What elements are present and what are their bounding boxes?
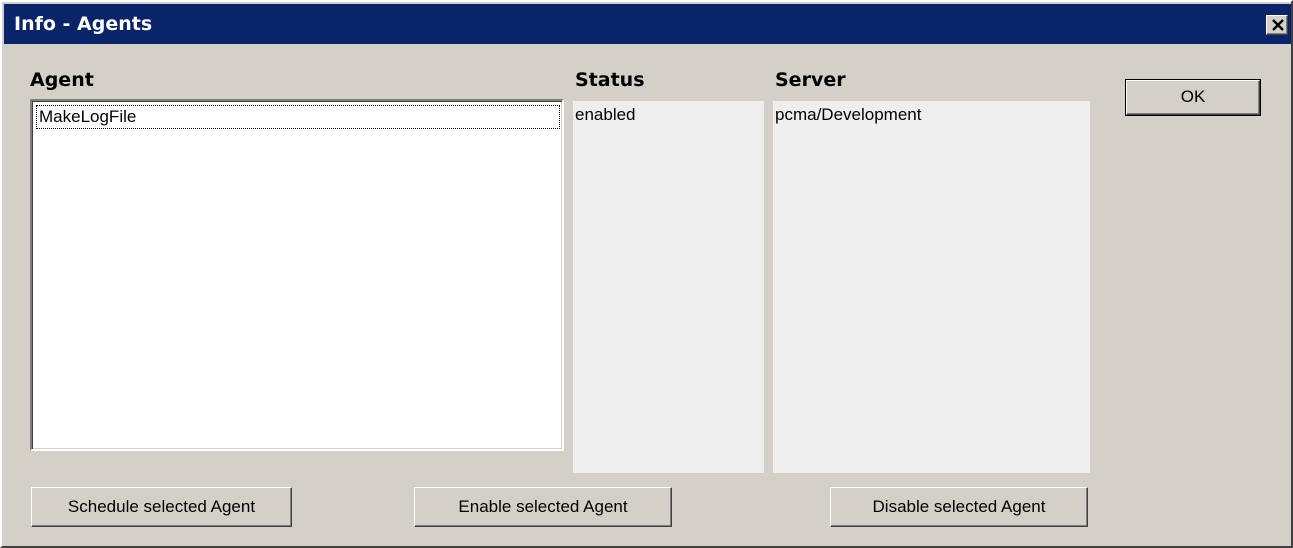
disable-agent-button[interactable]: Disable selected Agent — [830, 487, 1088, 527]
close-icon — [1272, 19, 1284, 31]
window-title: Info - Agents — [14, 13, 153, 35]
agents-dialog: Info - Agents Agent Status Server MakeLo… — [0, 0, 1293, 548]
agent-list[interactable]: MakeLogFile — [30, 99, 564, 451]
enable-agent-button[interactable]: Enable selected Agent — [414, 487, 672, 527]
agent-server: pcma/Development — [775, 105, 922, 124]
agent-status: enabled — [575, 105, 636, 124]
ok-button[interactable]: OK — [1125, 79, 1261, 116]
status-heading: Status — [575, 69, 645, 91]
list-item[interactable]: MakeLogFile — [36, 105, 560, 129]
schedule-agent-button[interactable]: Schedule selected Agent — [31, 487, 292, 527]
server-heading: Server — [775, 69, 846, 91]
title-bar: Info - Agents — [4, 4, 1291, 44]
agent-heading: Agent — [30, 69, 94, 91]
server-panel: pcma/Development — [773, 101, 1090, 473]
agent-name: MakeLogFile — [39, 107, 137, 126]
status-panel: enabled — [573, 101, 764, 473]
close-button[interactable] — [1266, 15, 1288, 35]
